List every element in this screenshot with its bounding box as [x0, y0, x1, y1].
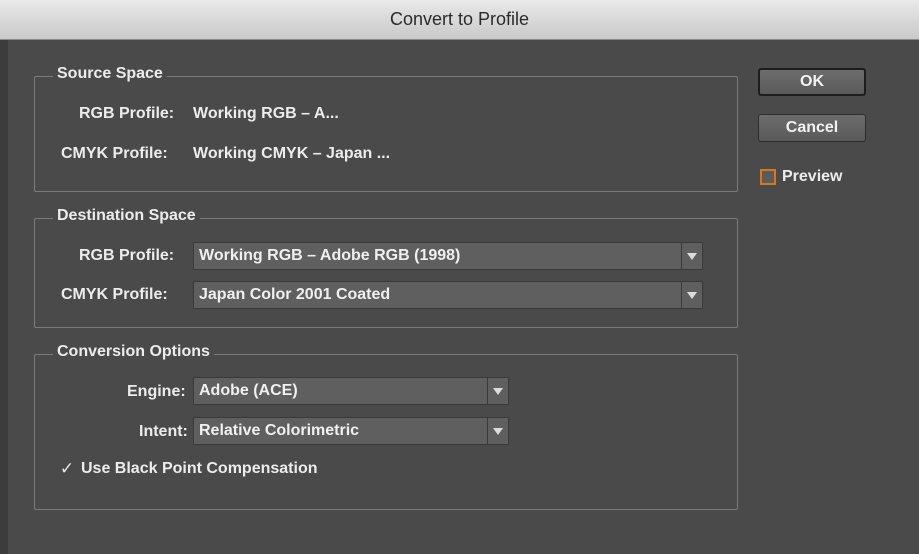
intent-select[interactable]: Relative Colorimetric: [193, 417, 509, 445]
destination-rgb-value: Working RGB – Adobe RGB (1998): [199, 247, 461, 264]
intent-value: Relative Colorimetric: [199, 422, 360, 439]
preview-checkbox[interactable]: Preview: [760, 168, 842, 186]
destination-cmyk-value: Japan Color 2001 Coated: [199, 286, 391, 303]
title-bar: Convert to Profile: [0, 0, 919, 40]
chevron-down-icon: [681, 282, 702, 308]
destination-rgb-label: RGB Profile:: [79, 247, 175, 264]
window-title: Convert to Profile: [389, 9, 530, 29]
source-cmyk-label: CMYK Profile:: [61, 145, 168, 162]
engine-label: Engine:: [127, 383, 186, 400]
engine-select[interactable]: Adobe (ACE): [193, 377, 509, 405]
intent-label: Intent:: [139, 423, 188, 440]
convert-to-profile-dialog: Source Space RGB Profile: Working RGB – …: [0, 40, 919, 554]
chevron-down-icon: [681, 243, 702, 269]
chevron-down-icon: [487, 378, 508, 404]
source-space-group: Source Space RGB Profile: Working RGB – …: [34, 65, 738, 192]
source-rgb-value: Working RGB – A...: [193, 105, 339, 122]
destination-space-legend: Destination Space: [53, 207, 200, 225]
source-cmyk-value: Working CMYK – Japan ...: [193, 145, 391, 162]
destination-space-group: Destination Space RGB Profile: Working R…: [34, 207, 738, 328]
destination-cmyk-select[interactable]: Japan Color 2001 Coated: [193, 281, 703, 309]
destination-cmyk-label: CMYK Profile:: [61, 286, 168, 303]
checkmark-icon: ✓: [59, 459, 75, 478]
black-point-compensation-checkbox[interactable]: ✓ Use Black Point Compensation: [59, 459, 318, 479]
engine-value: Adobe (ACE): [199, 382, 298, 399]
ok-button[interactable]: OK: [758, 68, 866, 96]
preview-checkbox-box: [760, 169, 776, 185]
source-space-legend: Source Space: [53, 65, 167, 83]
black-point-compensation-label: Use Black Point Compensation: [81, 460, 318, 477]
chevron-down-icon: [487, 418, 508, 444]
destination-rgb-select[interactable]: Working RGB – Adobe RGB (1998): [193, 242, 703, 270]
preview-label: Preview: [782, 168, 843, 185]
conversion-options-legend: Conversion Options: [53, 343, 214, 361]
conversion-options-group: Conversion Options Engine: Adobe (ACE) I…: [34, 343, 738, 510]
source-rgb-label: RGB Profile:: [79, 105, 175, 122]
cancel-button[interactable]: Cancel: [758, 114, 866, 142]
